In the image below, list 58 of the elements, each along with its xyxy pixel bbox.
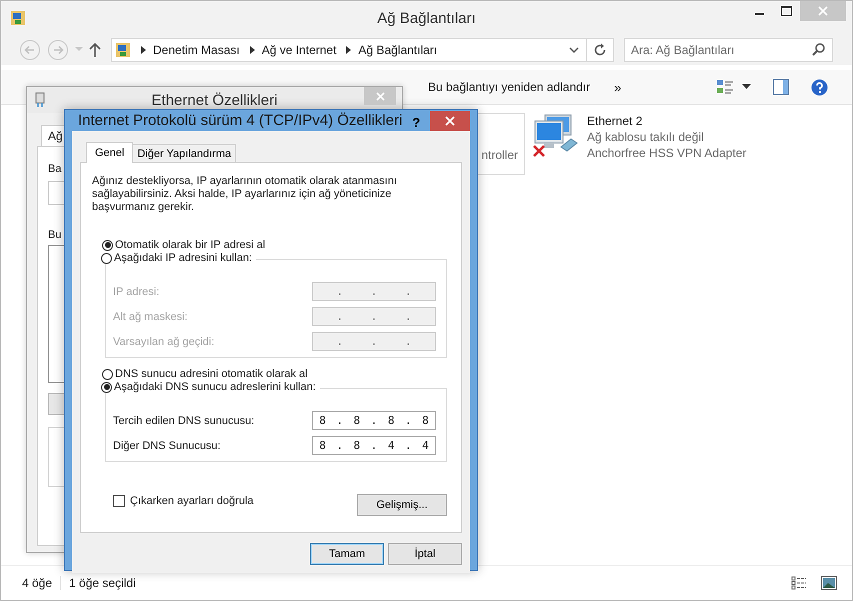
details-view-icon[interactable] [791,576,807,590]
radio-button[interactable] [102,240,113,250]
radio-label[interactable]: DNS sunucu adresini otomatik olarak al [115,368,308,380]
chevron-icon [141,46,146,54]
toolbar-button[interactable]: Bu bağlantıyı yeniden adlandır [428,80,590,94]
field-label: Tercih edilen DNS sunucusu: [113,414,254,426]
checkbox-label[interactable]: Çıkarken ayarları doğrula [130,495,254,507]
checkbox[interactable] [113,495,125,507]
more-commands-button[interactable]: » [614,80,622,94]
large-icons-view-icon[interactable] [821,576,837,590]
field-label: IP adresi: [113,286,160,298]
field-label: Varsayılan ağ geçidi: [113,336,214,348]
dialog-button[interactable]: İptal [388,543,462,565]
network-app-icon [10,10,26,26]
selection-count: 1 öğe seçildi [60,576,144,590]
breadcrumb[interactable]: Ağ Bağlantıları [358,43,438,57]
help-icon[interactable] [811,78,828,96]
search-icon [812,43,825,56]
label: Ba [48,163,62,175]
tab[interactable]: Genel [86,142,134,163]
radio-button[interactable] [101,382,112,392]
view-options-icon[interactable] [716,79,734,95]
dropdown-caret-icon[interactable] [742,84,751,90]
network-adapter-icon [35,92,45,108]
address-bar[interactable]: Denetim Masası Ağ ve Internet Ağ Bağlantıları [111,38,614,62]
search-field[interactable]: Ara: Ağ Bağlantıları [624,38,833,62]
intro-text: Ağınız destekliyorsa, IP ayarlarının otomatik olarak atanmasını sağlayabilirsiniz. Aksi halde, IP ayarlarınız için ağ yöneticinize başvurmanız gerekir. [92,175,398,214]
dialog-button[interactable]: Tamam [310,543,384,565]
advanced-button[interactable]: Gelişmiş... [357,494,447,516]
network-app-icon [115,42,131,58]
breadcrumb[interactable]: Ağ ve Internet [262,43,336,57]
connection-status: Ağ kablosu takılı değil [587,130,705,144]
chevron-icon [346,46,352,54]
tab[interactable]: Diğer Yapılandırma [132,144,236,162]
connection-name: Ethernet 2 [587,114,644,128]
label: Bu [48,229,62,241]
dialog-title: Ethernet Özellikleri [152,92,278,108]
close-icon [818,6,828,16]
help-button[interactable]: ? [402,115,430,130]
breadcrumb[interactable]: Denetim Masası [153,43,240,57]
ip-address-field[interactable]: 8 . 8 . 8 . 8 [312,411,436,430]
radio-button[interactable] [101,252,112,264]
close-icon [376,92,384,100]
up-arrow-icon[interactable] [89,42,101,58]
dialog-title: Internet Protokolü sürüm 4 (TCP/IPv4) Özellikleri [78,112,402,129]
radio-button[interactable] [102,368,113,380]
field-label: Diğer DNS Sunucusu: [113,440,221,452]
adapter-name: Anchorfree HSS VPN Adapter [587,146,746,160]
ip-address-field[interactable]: 8 . 8 . 4 . 4 [312,436,436,455]
field-label: Alt ağ maskesi: [113,310,188,322]
chevron-icon [250,46,255,54]
preview-pane-icon[interactable] [773,79,789,95]
close-button[interactable] [430,111,470,131]
radio-label[interactable]: Otomatik olarak bir IP adresi al [115,239,266,251]
item-count: 4 öğe [22,576,54,590]
close-icon [445,116,456,126]
dropdown-caret-icon[interactable] [569,47,579,53]
window-title: Ağ Bağlantıları [377,10,476,26]
